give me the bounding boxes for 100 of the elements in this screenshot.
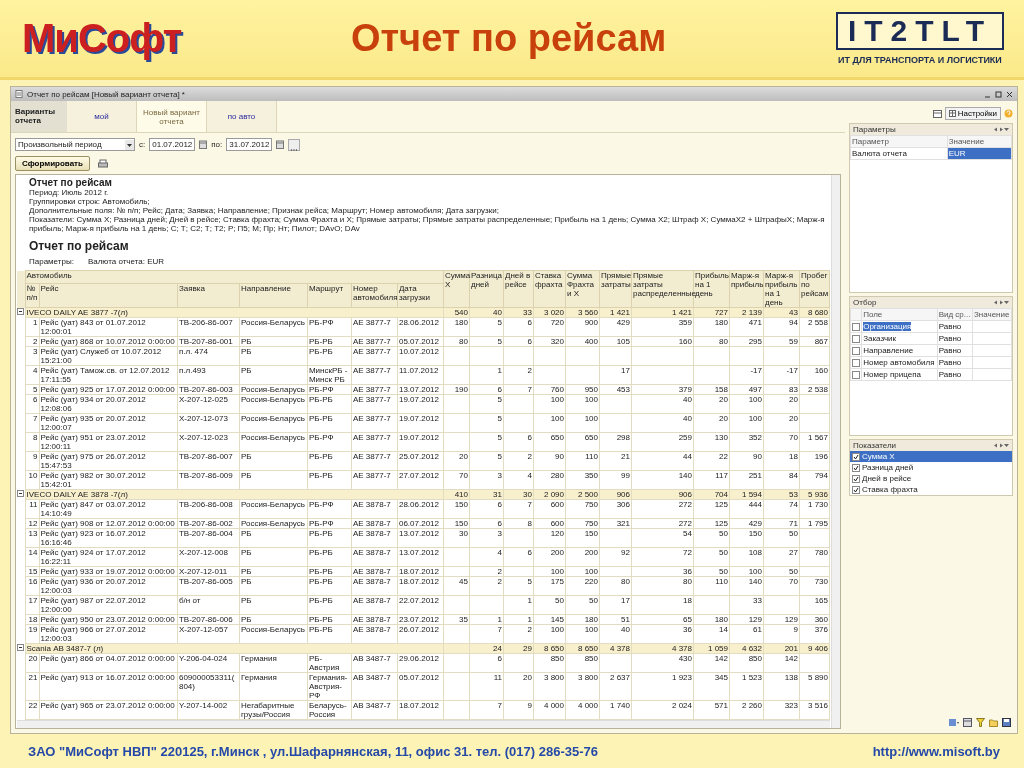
- generate-button[interactable]: Сформировать: [15, 156, 90, 171]
- table-cell: 150: [729, 528, 764, 548]
- table-cell: 11.07.2012: [397, 365, 444, 385]
- table-cell: ТВ-206-86-007: [177, 317, 240, 337]
- table-cell: 61: [729, 624, 764, 644]
- table-cell: Y-206-04-024: [177, 653, 240, 673]
- table-cell: 36: [631, 624, 694, 644]
- footer-link[interactable]: http://www.misoft.by: [872, 743, 1000, 759]
- table-cell: Россия-Беларусь: [239, 499, 308, 519]
- table-cell: 7: [469, 624, 504, 644]
- settings-button[interactable]: Настройки: [944, 107, 1001, 120]
- table-cell: 1 740: [599, 700, 632, 720]
- table-cell: 295: [729, 336, 764, 347]
- variant-tab[interactable]: Новый вариант отчета: [137, 101, 207, 132]
- table-cell: 950: [565, 384, 600, 395]
- table-cell: 5: [469, 317, 504, 337]
- table-cell: 4: [503, 470, 534, 490]
- table-cell: Организация: [863, 322, 912, 331]
- date-field[interactable]: 31.07.2012: [226, 138, 273, 151]
- variants-label: Варианты отчета: [11, 101, 67, 132]
- table-cell: 160: [631, 336, 694, 347]
- table-cell: АЕ 3878-7: [351, 595, 398, 615]
- column-header: Сумма X: [443, 270, 470, 308]
- table-cell: РБ-РБ: [307, 336, 352, 347]
- table-cell: 704: [693, 489, 730, 500]
- table-cell: 12: [25, 518, 39, 529]
- table-cell: 20: [693, 394, 730, 414]
- table-cell: 30: [503, 489, 534, 500]
- table-cell: 323: [763, 700, 800, 720]
- table-cell: 750: [565, 499, 600, 519]
- slide-title: Отчет по рейсам: [349, 17, 668, 60]
- table-cell: Рейс (уат) 868 от 10.07.2012 0:00:00: [39, 336, 178, 347]
- table-cell: 6: [469, 384, 504, 395]
- table-cell: 70: [763, 576, 800, 596]
- table-cell: 5: [469, 451, 504, 471]
- table-cell: Рейс (уат) 933 от 19.07.2012 0:00:00: [39, 566, 178, 577]
- table-cell: 3: [25, 346, 39, 366]
- table-cell: РБ-РБ: [307, 346, 352, 366]
- table-cell: Рейс (уат) 936 от 20.07.2012 12:00:03: [39, 576, 178, 596]
- table-cell: 471: [729, 317, 764, 337]
- table-cell: 13.07.2012: [397, 547, 444, 567]
- table-cell: 40: [631, 394, 694, 414]
- table-cell: РБ: [239, 365, 308, 385]
- table-cell: 20: [763, 394, 800, 414]
- variant-tab[interactable]: мой: [67, 101, 137, 132]
- table-cell: 158: [693, 384, 730, 395]
- table-cell: 5 936: [799, 489, 830, 500]
- table-cell: ТВ-207-86-001: [177, 336, 240, 347]
- table-cell: РБ: [239, 576, 308, 596]
- table-cell: РБ-РБ: [307, 547, 352, 567]
- column-header: Пробег по рейсам: [799, 270, 830, 308]
- table-cell: Рейс (уат) 913 от 16.07.2012 0:00:00: [39, 672, 178, 701]
- table-cell: 33: [729, 595, 764, 615]
- table-cell: 200: [533, 547, 566, 567]
- table-cell: РБ-РБ: [307, 451, 352, 471]
- table-cell: Направление: [863, 346, 914, 355]
- table-cell: 74: [763, 499, 800, 519]
- indicator-item[interactable]: Ставка фрахта: [850, 484, 1012, 495]
- logo: МиСофт: [22, 16, 182, 61]
- table-cell: 90: [533, 451, 566, 471]
- table-cell: АЕ 3878-7: [351, 499, 398, 519]
- table-cell: АЕ 3878-7: [351, 528, 398, 548]
- table-cell: 3: [469, 528, 504, 548]
- table-cell: ТВ-207-86-007: [177, 451, 240, 471]
- table-cell: 45: [443, 576, 470, 596]
- table-cell: Равно: [937, 368, 973, 381]
- table-cell: РБ: [239, 547, 308, 567]
- table-cell: 26.07.2012: [397, 624, 444, 644]
- table-cell: 1 594: [729, 489, 764, 500]
- table-cell: 8: [503, 518, 534, 529]
- table-cell: 6: [25, 394, 39, 414]
- indicator-item[interactable]: Сумма X: [850, 451, 1012, 462]
- table-cell: 750: [565, 518, 600, 529]
- table-cell: АЕ 3878-7: [351, 576, 398, 596]
- table-cell: 2 558: [799, 317, 830, 337]
- table-cell: Y-207-14-002: [177, 700, 240, 720]
- date-field[interactable]: 01.07.2012: [149, 138, 196, 151]
- from-label: с:: [139, 140, 146, 149]
- indicator-item[interactable]: Дней в рейсе: [850, 473, 1012, 484]
- table-cell: 2: [503, 365, 534, 385]
- table-cell: Россия-Беларусь: [239, 394, 308, 414]
- column-header: Сумма Фрахта и X: [565, 270, 600, 308]
- table-cell: 780: [799, 547, 830, 567]
- table-cell: 14: [693, 624, 730, 644]
- brand-tagline: ИТ ДЛЯ ТРАНСПОРТА И ЛОГИСТИКИ: [838, 55, 1002, 65]
- table-cell: 18: [631, 595, 694, 615]
- period-dropdown[interactable]: Произвольный период: [15, 138, 135, 151]
- table-cell: 50: [565, 595, 600, 615]
- table-cell: 429: [599, 317, 632, 337]
- variant-tab[interactable]: по авто: [207, 101, 277, 132]
- table-cell: -17: [763, 365, 800, 385]
- table-cell: 4 378: [599, 643, 632, 654]
- table-cell: 220: [565, 576, 600, 596]
- indicator-item[interactable]: Разница дней: [850, 462, 1012, 473]
- table-cell: 7: [469, 700, 504, 720]
- table-cell: Рейс (уат) 935 от 20.07.2012 12:00:07: [39, 413, 178, 433]
- table-cell: 100: [729, 394, 764, 414]
- table-cell: 33: [503, 307, 534, 318]
- table-cell: 5: [469, 394, 504, 414]
- table-cell: 6: [469, 499, 504, 519]
